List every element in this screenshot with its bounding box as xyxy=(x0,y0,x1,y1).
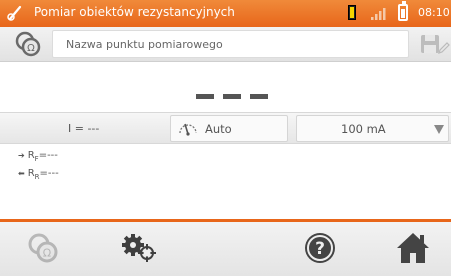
svg-text:Ω: Ω xyxy=(43,247,51,260)
current-label: I = --- xyxy=(68,122,100,135)
header-bar: Ω Nazwa punktu pomiarowego xyxy=(0,27,451,62)
probe-icon xyxy=(7,5,22,21)
resistance-mode-icon[interactable]: Ω xyxy=(14,30,42,58)
status-bar: Pomiar obiektów rezystancyjnych 08:10 xyxy=(0,0,451,27)
main-result-value xyxy=(196,94,268,100)
save-icon[interactable] xyxy=(420,34,440,54)
bottom-toolbar: Ω ? xyxy=(0,219,451,276)
arrow-left-icon: ⬅ xyxy=(18,169,25,178)
range-value: 100 mA xyxy=(341,122,386,136)
current-range-select[interactable]: 100 mA xyxy=(296,115,449,142)
settings-icon[interactable] xyxy=(120,231,158,265)
current-readout: I = --- xyxy=(0,115,168,142)
svg-text:?: ? xyxy=(315,239,325,259)
mode-auto-button[interactable]: Auto xyxy=(170,115,288,142)
mode-label: Auto xyxy=(205,122,232,136)
meter-icon xyxy=(179,123,197,136)
parameter-row: I = --- Auto 100 mA xyxy=(0,112,451,144)
signal-icon xyxy=(371,8,386,20)
mode-icon[interactable]: Ω xyxy=(26,231,60,265)
result-area xyxy=(0,62,451,112)
point-name-placeholder: Nazwa punktu pomiarowego xyxy=(66,38,223,51)
point-name-field[interactable]: Nazwa punktu pomiarowego xyxy=(52,30,450,58)
clock: 08:10 xyxy=(418,6,450,19)
toolbar-divider xyxy=(0,219,451,222)
rf-result: ➔ RF=--- xyxy=(18,150,58,163)
sd-card-icon xyxy=(348,5,356,20)
rr-value: =--- xyxy=(39,168,59,179)
home-icon[interactable] xyxy=(396,231,430,265)
chevron-down-icon xyxy=(434,125,444,134)
rf-value: =--- xyxy=(38,150,58,161)
window-title: Pomiar obiektów rezystancyjnych xyxy=(34,5,235,19)
help-icon[interactable]: ? xyxy=(302,231,338,265)
arrow-right-icon: ➔ xyxy=(18,151,25,160)
battery-icon xyxy=(398,1,408,21)
svg-text:Ω: Ω xyxy=(27,43,35,54)
rr-result: ⬅ RR=--- xyxy=(18,168,59,181)
